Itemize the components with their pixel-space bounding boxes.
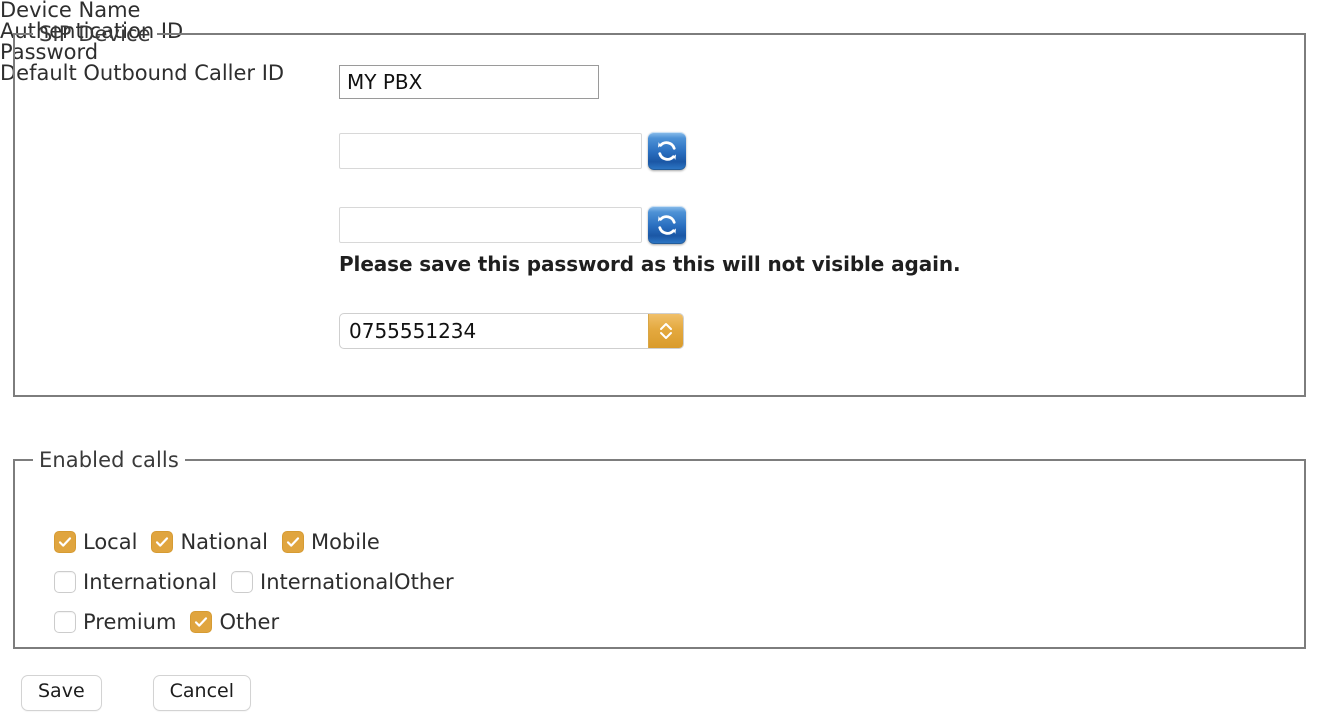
password-warning-text: Please save this password as this will n…: [339, 252, 961, 276]
enabled-calls-checkbox-group: Local National Mobile International Inte…: [54, 522, 468, 642]
device-name-input[interactable]: [339, 65, 599, 99]
checkbox-mobile-label: Mobile: [310, 529, 380, 554]
password-refresh-button[interactable]: [648, 206, 686, 244]
check-icon: [286, 537, 300, 547]
action-button-bar: Save Cancel: [21, 675, 252, 711]
check-icon: [156, 537, 169, 547]
sip-device-legend: SIP Device: [39, 22, 151, 46]
password-input[interactable]: [339, 207, 642, 243]
checkbox-local-label: Local: [83, 529, 138, 554]
checkbox-mobile-box[interactable]: [281, 531, 304, 553]
checkbox-local[interactable]: Local: [54, 531, 137, 553]
device-name-label: Device Name: [0, 0, 141, 22]
refresh-icon: [654, 138, 680, 164]
refresh-icon: [654, 212, 680, 238]
checkbox-national-box[interactable]: [151, 531, 174, 553]
checkbox-national-label: National: [180, 529, 268, 554]
checkbox-national[interactable]: National: [151, 531, 268, 553]
enabled-calls-fieldset: Enabled calls Local National Mobile Inte…: [13, 448, 1306, 649]
default-outbound-caller-id-value: 0755551234: [349, 319, 477, 343]
checkbox-other-box[interactable]: [190, 611, 213, 633]
check-icon: [195, 617, 208, 627]
checkbox-other-label: Other: [219, 609, 280, 634]
checkbox-row: Premium Other: [54, 602, 468, 642]
checkbox-other[interactable]: Other: [190, 611, 279, 633]
checkbox-mobile[interactable]: Mobile: [281, 529, 380, 554]
checkbox-row: Local National Mobile: [54, 522, 468, 562]
checkbox-local-box[interactable]: [54, 531, 76, 553]
checkbox-row: International InternationalOther: [54, 562, 468, 602]
authentication-id-input[interactable]: [339, 133, 642, 169]
save-button[interactable]: Save: [21, 675, 102, 711]
enabled-calls-legend: Enabled calls: [39, 448, 179, 472]
checkbox-premium-box[interactable]: [54, 611, 76, 633]
checkbox-internationalother[interactable]: InternationalOther: [231, 571, 454, 593]
checkbox-international-label: International: [83, 569, 218, 594]
checkbox-international-box[interactable]: [54, 571, 76, 593]
authentication-id-refresh-button[interactable]: [648, 132, 686, 170]
chevron-up-down-icon: [648, 314, 683, 348]
check-icon: [58, 537, 72, 547]
checkbox-premium[interactable]: Premium: [54, 611, 176, 633]
checkbox-international[interactable]: International: [54, 571, 217, 593]
cancel-button[interactable]: Cancel: [152, 675, 252, 711]
default-outbound-caller-id-select[interactable]: 0755551234: [339, 313, 684, 349]
checkbox-internationalother-box[interactable]: [231, 571, 254, 593]
checkbox-premium-label: Premium: [83, 609, 177, 634]
checkbox-internationalother-label: InternationalOther: [260, 569, 454, 594]
